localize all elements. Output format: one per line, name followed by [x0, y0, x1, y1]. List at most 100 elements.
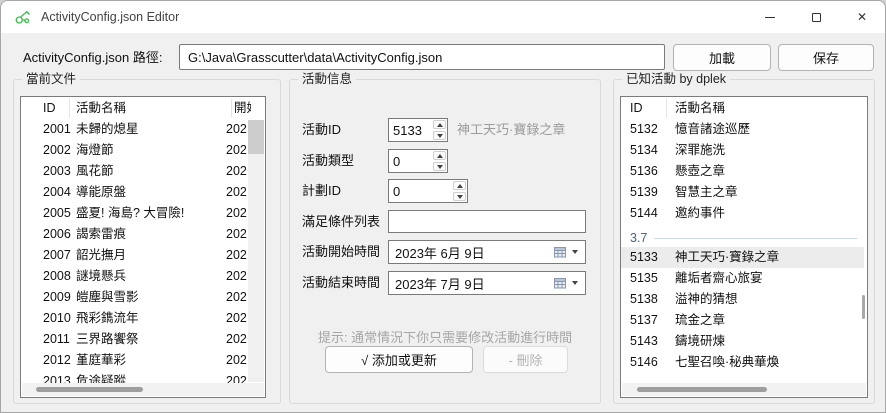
cell-id: 5144: [630, 203, 658, 224]
spin-up-button[interactable]: [453, 181, 466, 190]
cell-start: 2022: [226, 350, 247, 371]
cell-name: 三界路饗祭: [76, 329, 139, 350]
spin-down-button[interactable]: [433, 162, 446, 171]
cell-start: 2022: [226, 140, 247, 161]
known-activity-row[interactable]: 5139智慧主之章: [621, 182, 864, 203]
condition-list-label: 滿足條件列表: [302, 210, 380, 234]
column-header-name[interactable]: 活動名稱: [76, 97, 126, 119]
window-controls: ✕: [747, 1, 885, 33]
calendar-icon: [554, 246, 567, 258]
known-activity-row[interactable]: 5146七聖召喚·秘典華煥: [621, 352, 864, 373]
current-file-row[interactable]: 2012堇庭華彩2022: [21, 350, 247, 371]
vertical-scrollbar-thumb[interactable]: [248, 120, 264, 154]
vertical-scrollbar[interactable]: [248, 120, 264, 382]
cell-id: 2004: [43, 182, 71, 203]
current-file-list-header[interactable]: ID 活動名稱 開始時間: [21, 97, 265, 119]
end-time-label: 活動結束時間: [302, 271, 380, 295]
spin-down-button[interactable]: [453, 192, 466, 201]
current-file-row[interactable]: 2006謁索雷痕2022: [21, 224, 247, 245]
horizontal-scrollbar[interactable]: [22, 383, 264, 396]
column-header-id[interactable]: ID: [630, 97, 643, 119]
cell-id: 2010: [43, 308, 71, 329]
column-header-name[interactable]: 活動名稱: [675, 97, 725, 119]
cell-name: 邀約事件: [675, 203, 725, 224]
add-or-update-button[interactable]: √ 添加或更新: [325, 346, 473, 373]
arrow-down-icon: [437, 165, 443, 169]
spin-up-button[interactable]: [433, 120, 446, 129]
end-date-picker[interactable]: 2023年 7月 9日: [388, 271, 586, 295]
minimize-icon: [765, 17, 775, 18]
cell-id: 5133: [630, 247, 658, 268]
horizontal-scrollbar[interactable]: [622, 383, 866, 396]
minimize-button[interactable]: [747, 1, 793, 33]
horizontal-scrollbar-thumb[interactable]: [637, 387, 767, 392]
current-file-row[interactable]: 2004導能原盤2022: [21, 182, 247, 203]
vertical-scrollbar-thumb[interactable]: [862, 295, 865, 319]
known-activity-row[interactable]: 5136懸壺之章: [621, 161, 864, 182]
schedule-id-input[interactable]: [389, 180, 452, 202]
cell-name: 憶音諸途巡歷: [675, 119, 750, 140]
known-activity-row[interactable]: 5143鑄境研煉: [621, 331, 864, 352]
column-separator[interactable]: [666, 99, 667, 117]
arrow-up-icon: [457, 184, 463, 188]
cell-name: 琉金之章: [675, 310, 725, 331]
column-separator[interactable]: [69, 99, 70, 117]
known-activity-row[interactable]: 5134深罪施洗: [621, 140, 864, 161]
known-activities-list[interactable]: ID 活動名稱 5132 憶音諸途巡歷5134深罪施洗5136懸壺之章5139智慧…: [620, 96, 868, 398]
group-divider-line: [654, 238, 857, 239]
activity-type-input[interactable]: [389, 150, 432, 172]
cell-id: 5132: [630, 119, 658, 140]
cell-id: 2002: [43, 140, 71, 161]
cell-name: 謎境懸兵: [76, 266, 126, 287]
column-header-start[interactable]: 開始時間: [234, 97, 251, 119]
cell-id: 2008: [43, 266, 71, 287]
current-file-group-title: 當前文件: [22, 71, 80, 87]
known-activity-row[interactable]: 5135離垢者齋心旅宴: [621, 268, 864, 289]
current-file-row[interactable]: 2008謎境懸兵 2022: [21, 266, 247, 287]
arrow-up-icon: [437, 154, 443, 158]
cell-start: 2022: [226, 287, 247, 308]
cell-id: 2003: [43, 161, 71, 182]
current-file-row[interactable]: 2010飛彩鐫流年2022: [21, 308, 247, 329]
path-input[interactable]: [179, 44, 665, 70]
activity-info-group-title: 活動信息: [298, 71, 356, 87]
cell-start: 2022: [226, 266, 247, 287]
cell-id: 2009: [43, 287, 71, 308]
current-file-row[interactable]: 2011三界路饗祭2022: [21, 329, 247, 350]
known-activity-row[interactable]: 5138 溢神的猜想: [621, 289, 864, 310]
current-file-row[interactable]: 2007韶光撫月2022: [21, 245, 247, 266]
horizontal-scrollbar-thumb[interactable]: [36, 387, 143, 392]
title-bar[interactable]: ActivityConfig.json Editor ✕: [1, 1, 885, 33]
known-activity-row[interactable]: 5144 邀約事件: [621, 203, 864, 224]
current-file-row[interactable]: 2009皚塵與雪影 2022: [21, 287, 247, 308]
activity-id-spinner: [388, 118, 448, 142]
activity-id-label: 活動ID: [302, 118, 341, 142]
cell-name: 離垢者齋心旅宴: [675, 268, 763, 289]
cell-name: 皚塵與雪影: [76, 287, 139, 308]
condition-list-input[interactable]: [388, 210, 586, 233]
activity-id-input[interactable]: [389, 119, 432, 141]
start-date-picker[interactable]: 2023年 6月 9日: [388, 240, 586, 264]
column-separator[interactable]: [231, 99, 232, 117]
current-file-row[interactable]: 2013危途疑蹤2022: [21, 371, 247, 383]
current-file-row[interactable]: 2002海燈節2022: [21, 140, 247, 161]
cell-id: 5146: [630, 352, 658, 373]
cell-id: 5138: [630, 289, 658, 310]
maximize-button[interactable]: [793, 1, 839, 33]
spin-up-button[interactable]: [433, 151, 446, 160]
known-activity-row[interactable]: 5137琉金之章: [621, 310, 864, 331]
cell-name: 溢神的猜想: [675, 289, 738, 310]
current-file-list[interactable]: ID 活動名稱 開始時間 2001未歸的熄星20222002海燈節2022200…: [20, 96, 266, 398]
known-activity-row[interactable]: 5132 憶音諸途巡歷: [621, 119, 864, 140]
known-activity-row[interactable]: 5133神工天巧·寶錄之章: [621, 247, 864, 268]
save-button[interactable]: 保存: [778, 44, 874, 71]
column-header-id[interactable]: ID: [43, 97, 56, 119]
load-button[interactable]: 加載: [673, 44, 771, 71]
known-activities-list-header[interactable]: ID 活動名稱: [621, 97, 867, 119]
current-file-row[interactable]: 2005盛夏! 海島? 大冒險!2022: [21, 203, 247, 224]
current-file-row[interactable]: 2001未歸的熄星2022: [21, 119, 247, 140]
spin-down-button[interactable]: [433, 131, 446, 140]
close-button[interactable]: ✕: [839, 1, 885, 33]
current-file-row[interactable]: 2003風花節2022: [21, 161, 247, 182]
cell-id: 5136: [630, 161, 658, 182]
